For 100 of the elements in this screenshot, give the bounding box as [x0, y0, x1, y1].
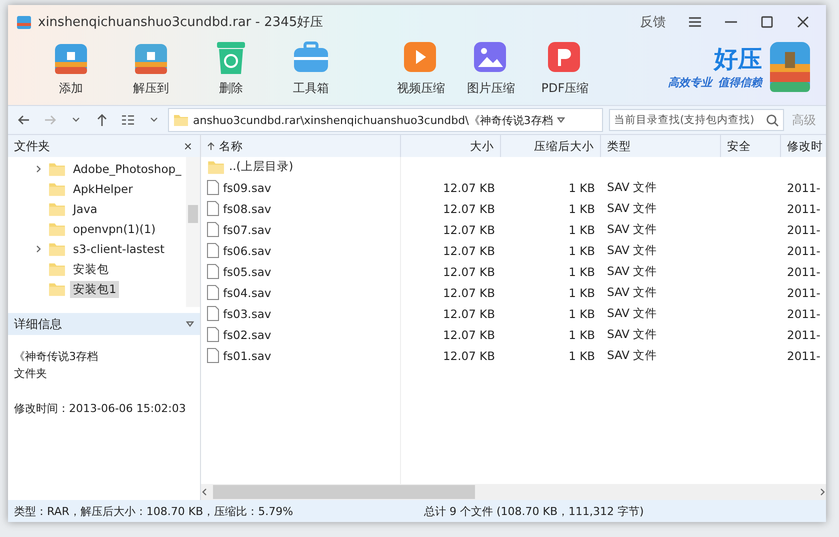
toolbar-button[interactable]: PDF压缩 [530, 38, 600, 97]
table-cell-text: SAV 文件 [606, 179, 658, 196]
table-cell-text: 1 KB [568, 222, 596, 238]
column-header[interactable]: 类型 [601, 135, 721, 157]
scrollbar[interactable] [186, 157, 200, 307]
toolbar-button[interactable]: 视频压缩 [386, 38, 456, 97]
column-header[interactable]: 修改时 [781, 135, 826, 157]
chevron-icon [186, 320, 194, 328]
tree-item[interactable]: 安装包1 [70, 280, 120, 298]
table-cell[interactable]: fs09.sav [223, 180, 272, 194]
tree-item[interactable]: s3-client-lastest [70, 241, 168, 257]
forward-arrow-icon [44, 115, 56, 125]
pane-title: 文件夹 [14, 138, 50, 154]
file-icon [207, 306, 219, 321]
table-cell-text: SAV 文件 [606, 347, 658, 364]
toolbar-button[interactable]: 添加 [36, 38, 106, 97]
table-cell-text: SAV 文件 [606, 200, 658, 217]
table-cell-text: 12.07 KB [442, 348, 496, 364]
search-field[interactable]: 当前目录查找(支持包内查找) [609, 109, 784, 131]
toolbar-button[interactable]: 解压到 [116, 38, 186, 97]
table-cell[interactable]: fs03.sav [223, 306, 272, 320]
file-icon [207, 264, 219, 279]
table-cell-text: 2011- [786, 306, 822, 322]
chevron-icon [556, 116, 565, 124]
table-cell-text: 12.07 KB [442, 326, 496, 344]
file-icon [207, 327, 219, 342]
toolbar-button[interactable]: 图片压缩 [456, 38, 526, 97]
file-icon [207, 201, 219, 216]
feedback-link[interactable]: 反馈 [640, 12, 666, 30]
tree-item[interactable]: Adobe_Photoshop_ [70, 161, 184, 177]
table-cell-text: 12.07 KB [442, 242, 496, 260]
table-cell[interactable]: fs01.sav [223, 348, 272, 362]
file-icon [207, 243, 219, 258]
status-text: 总计 9 个文件 (108.70 KB，111,312 字节) [424, 504, 644, 518]
table-cell[interactable]: fs08.sav [223, 202, 272, 216]
pane-title: 详细信息 [14, 316, 62, 332]
table-cell-text: SAV 文件 [606, 242, 658, 259]
view-icon [121, 114, 135, 126]
pane-close-button[interactable]: × [182, 138, 194, 154]
chevron-icon [201, 488, 209, 496]
table-cell-text: 2011- [786, 326, 822, 344]
table-cell-text: 12.07 KB [442, 180, 496, 196]
table-cell-text: 1 KB [568, 284, 596, 302]
menu-icon [688, 16, 702, 28]
status-text: 类型：RAR，解压后大小：108.70 KB，压缩比：5.79% [14, 504, 294, 518]
detail-type: 文件夹 [14, 366, 48, 381]
table-cell[interactable]: fs07.sav [223, 222, 272, 236]
table-cell-text: 2011- [786, 200, 822, 218]
table-cell-text: 2011- [786, 222, 822, 238]
detail-name: 《神奇传说3存档 [14, 349, 99, 364]
file-icon [207, 348, 219, 363]
chevron-icon [35, 165, 43, 173]
table-cell-text: SAV 文件 [606, 263, 658, 280]
window-title: xinshenqichuanshuo3cundbd.rar - 2345好压 [38, 14, 324, 30]
folder-icon [173, 112, 189, 128]
file-icon [207, 180, 219, 195]
table-cell-text: 12.07 KB [442, 284, 496, 302]
column-header[interactable]: 大小 [401, 135, 501, 157]
back-arrow-icon [18, 115, 30, 125]
tree-item[interactable]: ApkHelper [70, 181, 136, 197]
table-cell-text: 2011- [786, 264, 822, 280]
chevron-icon [72, 116, 80, 124]
toolbar-button[interactable]: 工具箱 [276, 38, 346, 97]
horizontal-scrollbar[interactable] [201, 484, 826, 500]
path-field[interactable]: anshuo3cundbd.rar\xinshenqichuanshuo3cundbd\《神奇传说3存档 [168, 108, 603, 132]
table-cell-text: 2011- [786, 242, 822, 260]
table-cell-text: 1 KB [568, 348, 596, 364]
column-header[interactable]: 名称 [201, 135, 401, 157]
table-cell[interactable]: fs06.sav [223, 244, 272, 258]
table-cell-text: SAV 文件 [606, 326, 658, 343]
tree-item[interactable]: 安装包 [70, 260, 112, 278]
table-cell-text: 12.07 KB [442, 264, 496, 280]
chevron-icon [150, 116, 158, 124]
column-header[interactable]: 安全 [721, 135, 781, 157]
table-cell-text: SAV 文件 [606, 221, 658, 238]
column-header[interactable]: 压缩后大小 [501, 135, 601, 157]
slogan: 高效专业 [668, 76, 712, 88]
sort-arrow-icon [207, 142, 215, 150]
maximize-icon [761, 16, 773, 28]
search-icon [766, 114, 779, 127]
table-cell-text: SAV 文件 [606, 284, 658, 301]
archive-icon [16, 14, 32, 30]
tree-item[interactable]: openvpn(1)(1) [70, 221, 159, 237]
table-cell-text: 1 KB [568, 242, 596, 260]
table-cell[interactable]: fs04.sav [223, 286, 272, 300]
toolbar-button[interactable]: 删除 [196, 38, 266, 97]
table-cell[interactable]: fs02.sav [223, 328, 272, 342]
table-cell-text: 1 KB [568, 264, 596, 280]
table-cell-text: 1 KB [568, 326, 596, 344]
table-cell-text: SAV 文件 [606, 305, 658, 322]
detail-modified: 修改时间：2013-06-06 15:02:03 [14, 401, 187, 416]
up-arrow-icon [97, 114, 107, 126]
tree-item[interactable]: Java [70, 201, 100, 217]
table-cell-text: 2011- [786, 284, 822, 302]
table-cell[interactable]: fs05.sav [223, 264, 272, 278]
slogan: 值得信赖 [718, 76, 762, 88]
close-icon [797, 16, 809, 28]
table-cell[interactable]: ..(上层目录) [201, 156, 401, 177]
table-cell-text: 2011- [786, 348, 822, 364]
file-icon [207, 285, 219, 300]
